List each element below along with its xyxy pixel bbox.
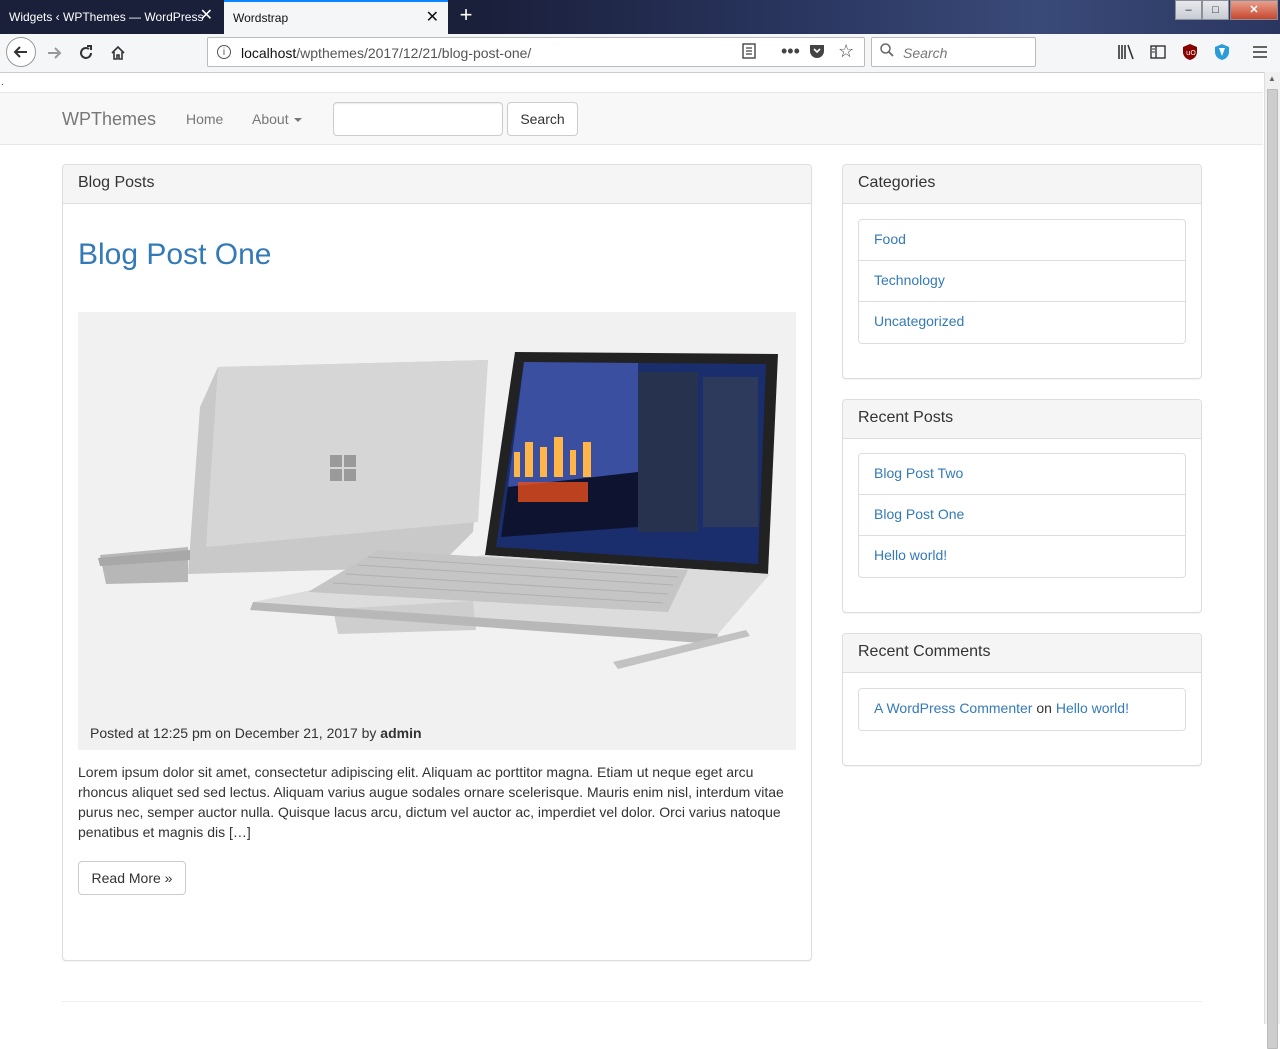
more-icon[interactable]: ••• bbox=[781, 41, 800, 62]
ublock-icon[interactable]: uO bbox=[1178, 40, 1202, 64]
bookmark-star-icon[interactable]: ☆ bbox=[838, 41, 854, 62]
category-link-technology[interactable]: Technology bbox=[859, 261, 1185, 302]
post-author: admin bbox=[380, 725, 422, 741]
tab-wordstrap[interactable]: Wordstrap ✕ bbox=[224, 0, 448, 34]
recent-post-link[interactable]: Blog Post Two bbox=[859, 454, 1185, 495]
library-icon[interactable] bbox=[1114, 40, 1138, 64]
post-meta-text: Posted at 12:25 pm on December 21, 2017 … bbox=[90, 725, 381, 741]
stray-dot: . bbox=[1, 77, 4, 88]
forward-icon[interactable] bbox=[40, 39, 68, 67]
menu-icon[interactable] bbox=[1248, 40, 1272, 64]
scrollbar-thumb[interactable] bbox=[1267, 89, 1278, 1049]
info-icon[interactable]: i bbox=[217, 45, 231, 59]
post-title-link[interactable]: Blog Post One bbox=[78, 238, 271, 272]
tab-title: Widgets ‹ WPThemes — WordPress bbox=[9, 10, 204, 24]
scroll-up-arrow-icon[interactable]: ▲ bbox=[1268, 74, 1276, 83]
url-path: /wpthemes/2017/12/21/blog-post-one/ bbox=[296, 45, 532, 61]
sidebar-icon[interactable] bbox=[1146, 40, 1170, 64]
site-search-button[interactable]: Search bbox=[507, 102, 578, 136]
search-icon bbox=[880, 43, 894, 61]
home-icon[interactable] bbox=[104, 39, 132, 67]
url-bar[interactable]: i localhost/wpthemes/2017/12/21/blog-pos… bbox=[207, 37, 865, 67]
recent-comments-list: A WordPress Commenter on Hello world! bbox=[858, 688, 1186, 731]
browser-nav-bar: i localhost/wpthemes/2017/12/21/blog-pos… bbox=[0, 34, 1280, 73]
site-brand[interactable]: WPThemes bbox=[62, 109, 156, 130]
reader-icon[interactable] bbox=[742, 43, 756, 63]
search-placeholder: Search bbox=[903, 45, 948, 61]
post-meta: Posted at 12:25 pm on December 21, 2017 … bbox=[90, 725, 422, 741]
shield-icon[interactable] bbox=[1210, 40, 1234, 64]
caret-down-icon bbox=[293, 118, 302, 123]
minimize-button[interactable]: – bbox=[1175, 0, 1202, 20]
nav-about-label: About bbox=[252, 111, 289, 127]
read-more-button[interactable]: Read More » bbox=[78, 861, 186, 895]
categories-heading: Categories bbox=[843, 165, 1201, 204]
recent-posts-heading: Recent Posts bbox=[843, 400, 1201, 439]
comment-post-link[interactable]: Hello world! bbox=[1056, 700, 1129, 716]
footer-divider bbox=[62, 1001, 1202, 1002]
page-scrollbar[interactable]: ▲ bbox=[1264, 72, 1280, 1049]
categories-list: Food Technology Uncategorized bbox=[858, 219, 1186, 344]
svg-text:uO: uO bbox=[1186, 49, 1196, 57]
tab-title: Wordstrap bbox=[233, 11, 289, 25]
category-link-uncategorized[interactable]: Uncategorized bbox=[859, 302, 1185, 343]
recent-comment-item: A WordPress Commenter on Hello world! bbox=[859, 689, 1185, 730]
recent-post-link[interactable]: Blog Post One bbox=[859, 495, 1185, 536]
url-text[interactable]: localhost/wpthemes/2017/12/21/blog-post-… bbox=[241, 45, 531, 61]
comment-author-link[interactable]: A WordPress Commenter bbox=[874, 700, 1032, 716]
comment-on-text: on bbox=[1036, 700, 1052, 716]
category-link-food[interactable]: Food bbox=[859, 220, 1185, 261]
post-featured-image bbox=[78, 312, 796, 750]
close-tab-icon[interactable]: ✕ bbox=[200, 8, 213, 24]
nav-about[interactable]: About bbox=[252, 111, 302, 127]
url-host: localhost bbox=[241, 45, 297, 61]
new-tab-plus-icon[interactable]: + bbox=[454, 4, 478, 28]
post-excerpt: Lorem ipsum dolor sit amet, consectetur … bbox=[78, 764, 784, 840]
site-search-input[interactable] bbox=[333, 102, 503, 136]
recent-post-link[interactable]: Hello world! bbox=[859, 536, 1185, 577]
tab-widgets[interactable]: Widgets ‹ WPThemes — WordPress ✕ bbox=[0, 0, 222, 34]
tabbar-background bbox=[480, 0, 1280, 34]
browser-search-input[interactable]: Search bbox=[871, 37, 1036, 67]
pocket-icon[interactable] bbox=[809, 43, 825, 63]
close-tab-icon[interactable]: ✕ bbox=[426, 10, 439, 26]
close-window-button[interactable]: ✕ bbox=[1230, 0, 1278, 20]
recent-comments-heading: Recent Comments bbox=[843, 634, 1201, 673]
maximize-button[interactable]: □ bbox=[1202, 0, 1229, 20]
back-icon[interactable] bbox=[6, 37, 36, 67]
site-navbar: WPThemes Home About Search bbox=[0, 92, 1263, 145]
reload-icon[interactable] bbox=[72, 39, 100, 67]
blog-posts-heading: Blog Posts bbox=[63, 165, 811, 204]
recent-posts-list: Blog Post Two Blog Post One Hello world! bbox=[858, 453, 1186, 578]
nav-home[interactable]: Home bbox=[186, 111, 223, 127]
browser-tab-bar: Widgets ‹ WPThemes — WordPress ✕ Wordstr… bbox=[0, 0, 1280, 34]
